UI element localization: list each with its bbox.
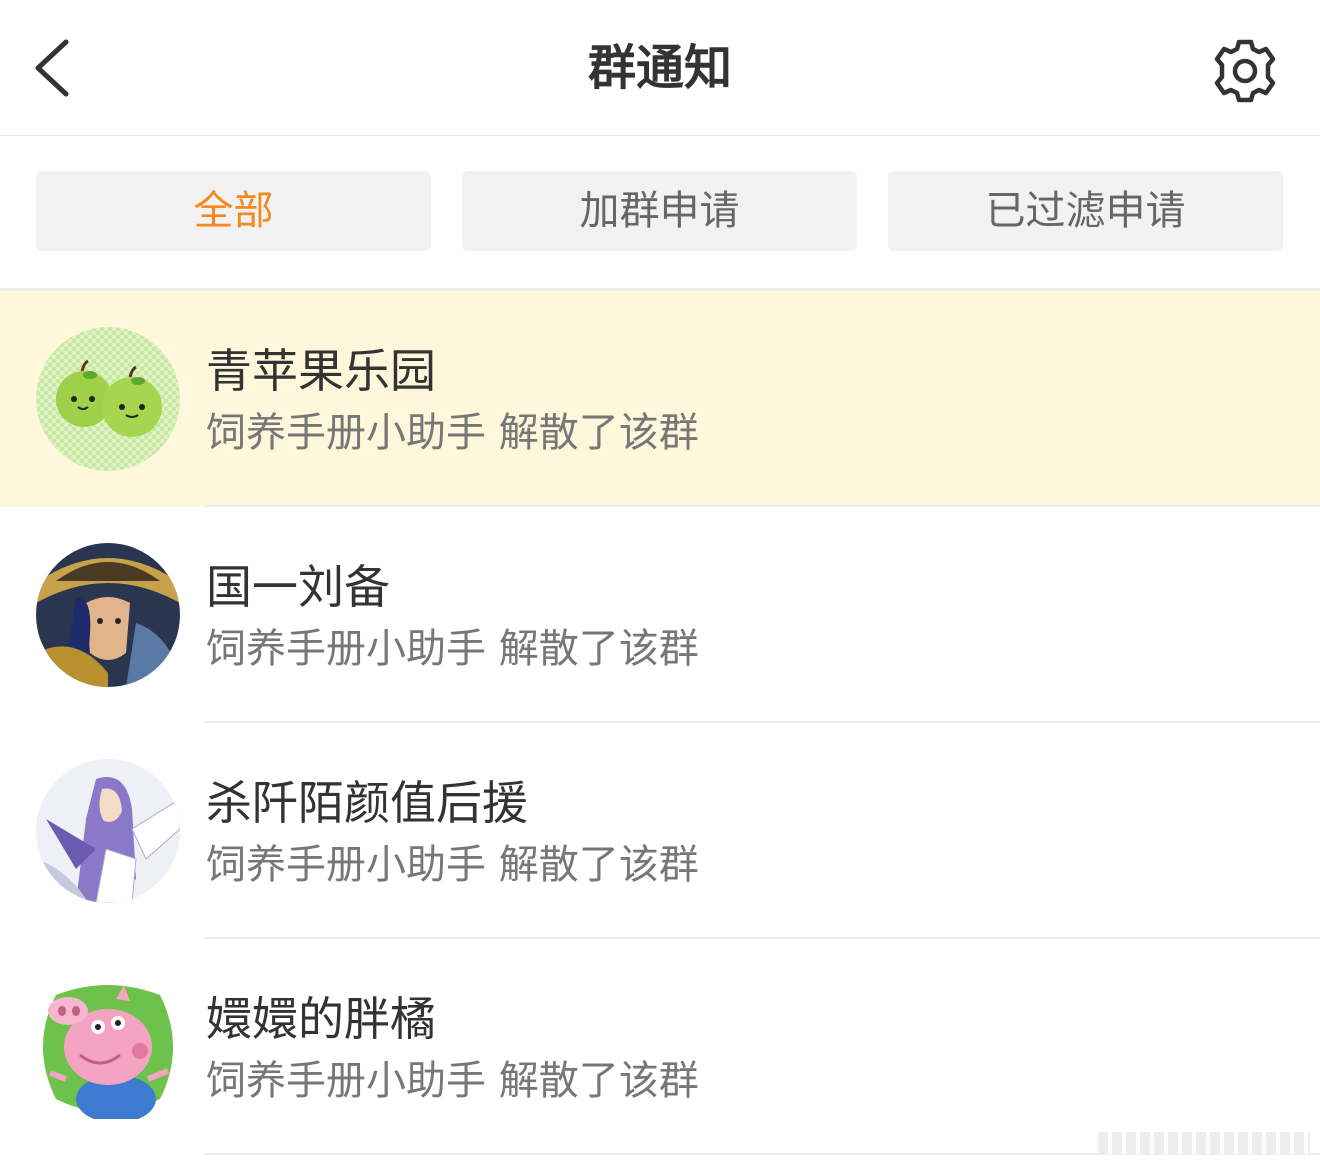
scroll-indicator [1098, 1132, 1310, 1154]
filter-tabs: 全部 加群申请 已过滤申请 [0, 136, 1320, 288]
notification-list: 青苹果乐园 饲养手册小助手 解散了该群 国一刘备 饲养手册小助手 解散了该群 杀… [0, 291, 1320, 1155]
group-name: 国一刘备 [206, 560, 390, 614]
warrior-avatar [36, 543, 180, 687]
group-name: 杀阡陌颜值后援 [206, 776, 528, 830]
list-item[interactable]: 国一刘备 饲养手册小助手 解散了该群 [0, 507, 1320, 723]
tab-filtered-requests[interactable]: 已过滤申请 [888, 171, 1283, 251]
list-item[interactable]: 嬛嬛的胖橘 饲养手册小助手 解散了该群 [0, 939, 1320, 1155]
gear-icon [1214, 39, 1276, 103]
notification-message: 饲养手册小助手 解散了该群 [206, 410, 699, 456]
tab-all[interactable]: 全部 [36, 171, 431, 251]
notification-message: 饲养手册小助手 解散了该群 [206, 1058, 699, 1104]
notification-message: 饲养手册小助手 解散了该群 [206, 842, 699, 888]
anime-character-avatar [36, 759, 180, 903]
green-apples-avatar [36, 327, 180, 471]
list-item[interactable]: 杀阡陌颜值后援 饲养手册小助手 解散了该群 [0, 723, 1320, 939]
page-title: 群通知 [587, 40, 732, 96]
top-bar: 群通知 [0, 0, 1320, 136]
list-item[interactable]: 青苹果乐园 饲养手册小助手 解散了该群 [0, 291, 1320, 507]
group-name: 青苹果乐园 [206, 344, 436, 398]
notification-message: 饲养手册小助手 解散了该群 [206, 626, 699, 672]
settings-button[interactable] [1206, 32, 1284, 110]
cartoon-pig-avatar [36, 975, 180, 1119]
group-name: 嬛嬛的胖橘 [206, 992, 436, 1046]
tab-join-requests[interactable]: 加群申请 [462, 171, 857, 251]
